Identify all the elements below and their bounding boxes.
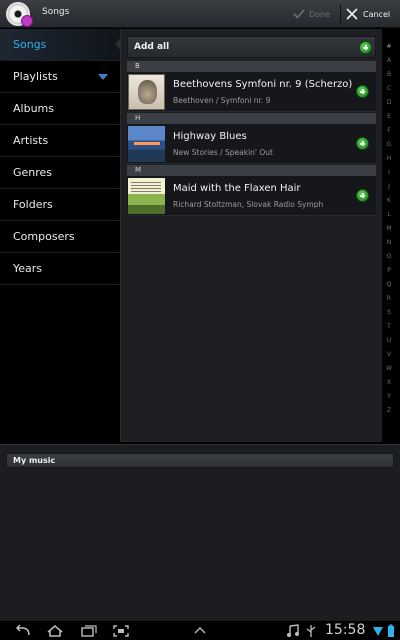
section-header-h: H — [127, 113, 376, 124]
section-header-b: B — [127, 61, 376, 72]
nav-label: Playlists — [13, 70, 58, 83]
song-row[interactable]: Highway Blues New Stories / Speakin' Out — [127, 124, 376, 164]
done-button[interactable]: Done — [293, 4, 330, 24]
index-letter[interactable]: J — [383, 180, 395, 194]
action-bar: Songs Done Cancel — [0, 0, 400, 28]
index-letter[interactable]: K — [383, 194, 395, 208]
add-all-label: Add all — [134, 42, 170, 52]
song-subtitle: Beethoven / Symfoni nr. 9 — [173, 96, 271, 105]
song-row[interactable]: Maid with the Flaxen Hair Richard Stoltz… — [127, 176, 376, 216]
checkmark-icon — [293, 9, 305, 19]
index-letter[interactable]: V — [383, 348, 395, 362]
my-music-panel: My music — [0, 444, 400, 620]
cancel-label: Cancel — [363, 9, 391, 19]
add-all-plus-icon[interactable] — [359, 41, 372, 54]
music-app-icon[interactable] — [6, 2, 33, 27]
index-letter[interactable]: M — [383, 222, 395, 236]
nav-item-years[interactable]: Years — [0, 253, 120, 285]
clock: 15:58 — [325, 622, 366, 638]
index-letter[interactable]: X — [383, 376, 395, 390]
album-art — [128, 74, 165, 110]
nav-item-albums[interactable]: Albums — [0, 93, 120, 125]
done-label: Done — [309, 9, 331, 19]
cancel-button[interactable]: Cancel — [346, 4, 390, 24]
category-nav: Songs Playlists Albums Artists Genres Fo… — [0, 29, 120, 442]
index-letter[interactable]: B — [383, 68, 395, 82]
add-all-row[interactable]: Add all — [127, 36, 376, 58]
nav-label: Artists — [13, 134, 49, 147]
song-subtitle: Richard Stoltzman, Slovak Radio Symph — [173, 200, 324, 209]
index-letter[interactable]: G — [383, 138, 395, 152]
wifi-icon — [372, 624, 384, 638]
divider — [340, 4, 341, 24]
nav-item-composers[interactable]: Composers — [0, 221, 120, 253]
index-letter[interactable]: # — [383, 40, 395, 54]
index-letter[interactable]: Q — [383, 278, 395, 292]
index-letter[interactable]: F — [383, 124, 395, 138]
selection-pointer — [115, 37, 121, 51]
nav-label: Albums — [13, 102, 54, 115]
add-song-plus-icon[interactable] — [356, 137, 369, 150]
dropdown-arrow-icon[interactable] — [98, 74, 108, 80]
music-note-icon — [286, 624, 300, 638]
song-subtitle: New Stories / Speakin' Out — [173, 148, 273, 157]
index-letter[interactable]: P — [383, 264, 395, 278]
section-header-m: M — [127, 165, 376, 176]
nav-label: Genres — [13, 166, 53, 179]
index-letter[interactable]: U — [383, 334, 395, 348]
index-letter[interactable]: D — [383, 96, 395, 110]
index-letter[interactable]: L — [383, 208, 395, 222]
nav-label: Composers — [13, 230, 75, 243]
add-song-plus-icon[interactable] — [356, 189, 369, 202]
song-title: Beethovens Symfoni nr. 9 (Scherzo) — [173, 79, 353, 90]
nav-label: Songs — [13, 38, 47, 51]
song-title: Maid with the Flaxen Hair — [173, 183, 301, 194]
back-icon[interactable] — [14, 624, 32, 638]
index-letter[interactable]: R — [383, 292, 395, 306]
nav-item-folders[interactable]: Folders — [0, 189, 120, 221]
index-letter[interactable]: H — [383, 152, 395, 166]
album-art — [128, 178, 165, 214]
nav-item-genres[interactable]: Genres — [0, 157, 120, 189]
battery-icon — [386, 624, 396, 638]
usb-icon — [305, 624, 317, 638]
app-title: Songs — [42, 7, 70, 17]
index-letter[interactable]: N — [383, 236, 395, 250]
song-list-panel: Add all B Beethovens Symfoni nr. 9 (Sche… — [120, 29, 382, 442]
song-title: Highway Blues — [173, 131, 247, 142]
my-music-header: My music — [6, 453, 394, 468]
system-bar: 15:58 — [0, 620, 400, 640]
home-icon[interactable] — [46, 624, 64, 638]
nav-item-playlists[interactable]: Playlists — [0, 61, 120, 93]
alphabet-index[interactable]: # A B C D E F G H I J K L M N O P Q R S … — [383, 40, 395, 418]
album-art — [128, 126, 165, 162]
index-letter[interactable]: T — [383, 320, 395, 334]
index-letter[interactable]: Z — [383, 404, 395, 418]
chevron-up-icon[interactable] — [192, 624, 208, 638]
nav-item-artists[interactable]: Artists — [0, 125, 120, 157]
index-letter[interactable]: A — [383, 54, 395, 68]
index-letter[interactable]: W — [383, 362, 395, 376]
index-letter[interactable]: Y — [383, 390, 395, 404]
nav-label: Folders — [13, 198, 53, 211]
index-letter[interactable]: O — [383, 250, 395, 264]
close-icon — [346, 8, 358, 20]
index-letter[interactable]: S — [383, 306, 395, 320]
nav-item-songs[interactable]: Songs — [0, 29, 120, 61]
index-letter[interactable]: C — [383, 82, 395, 96]
recent-apps-icon[interactable] — [80, 624, 98, 638]
nav-label: Years — [13, 262, 43, 275]
index-letter[interactable]: I — [383, 166, 395, 180]
song-row[interactable]: Beethovens Symfoni nr. 9 (Scherzo) Beeth… — [127, 72, 376, 112]
screenshot-icon[interactable] — [112, 624, 130, 638]
index-letter[interactable]: E — [383, 110, 395, 124]
add-song-plus-icon[interactable] — [356, 85, 369, 98]
